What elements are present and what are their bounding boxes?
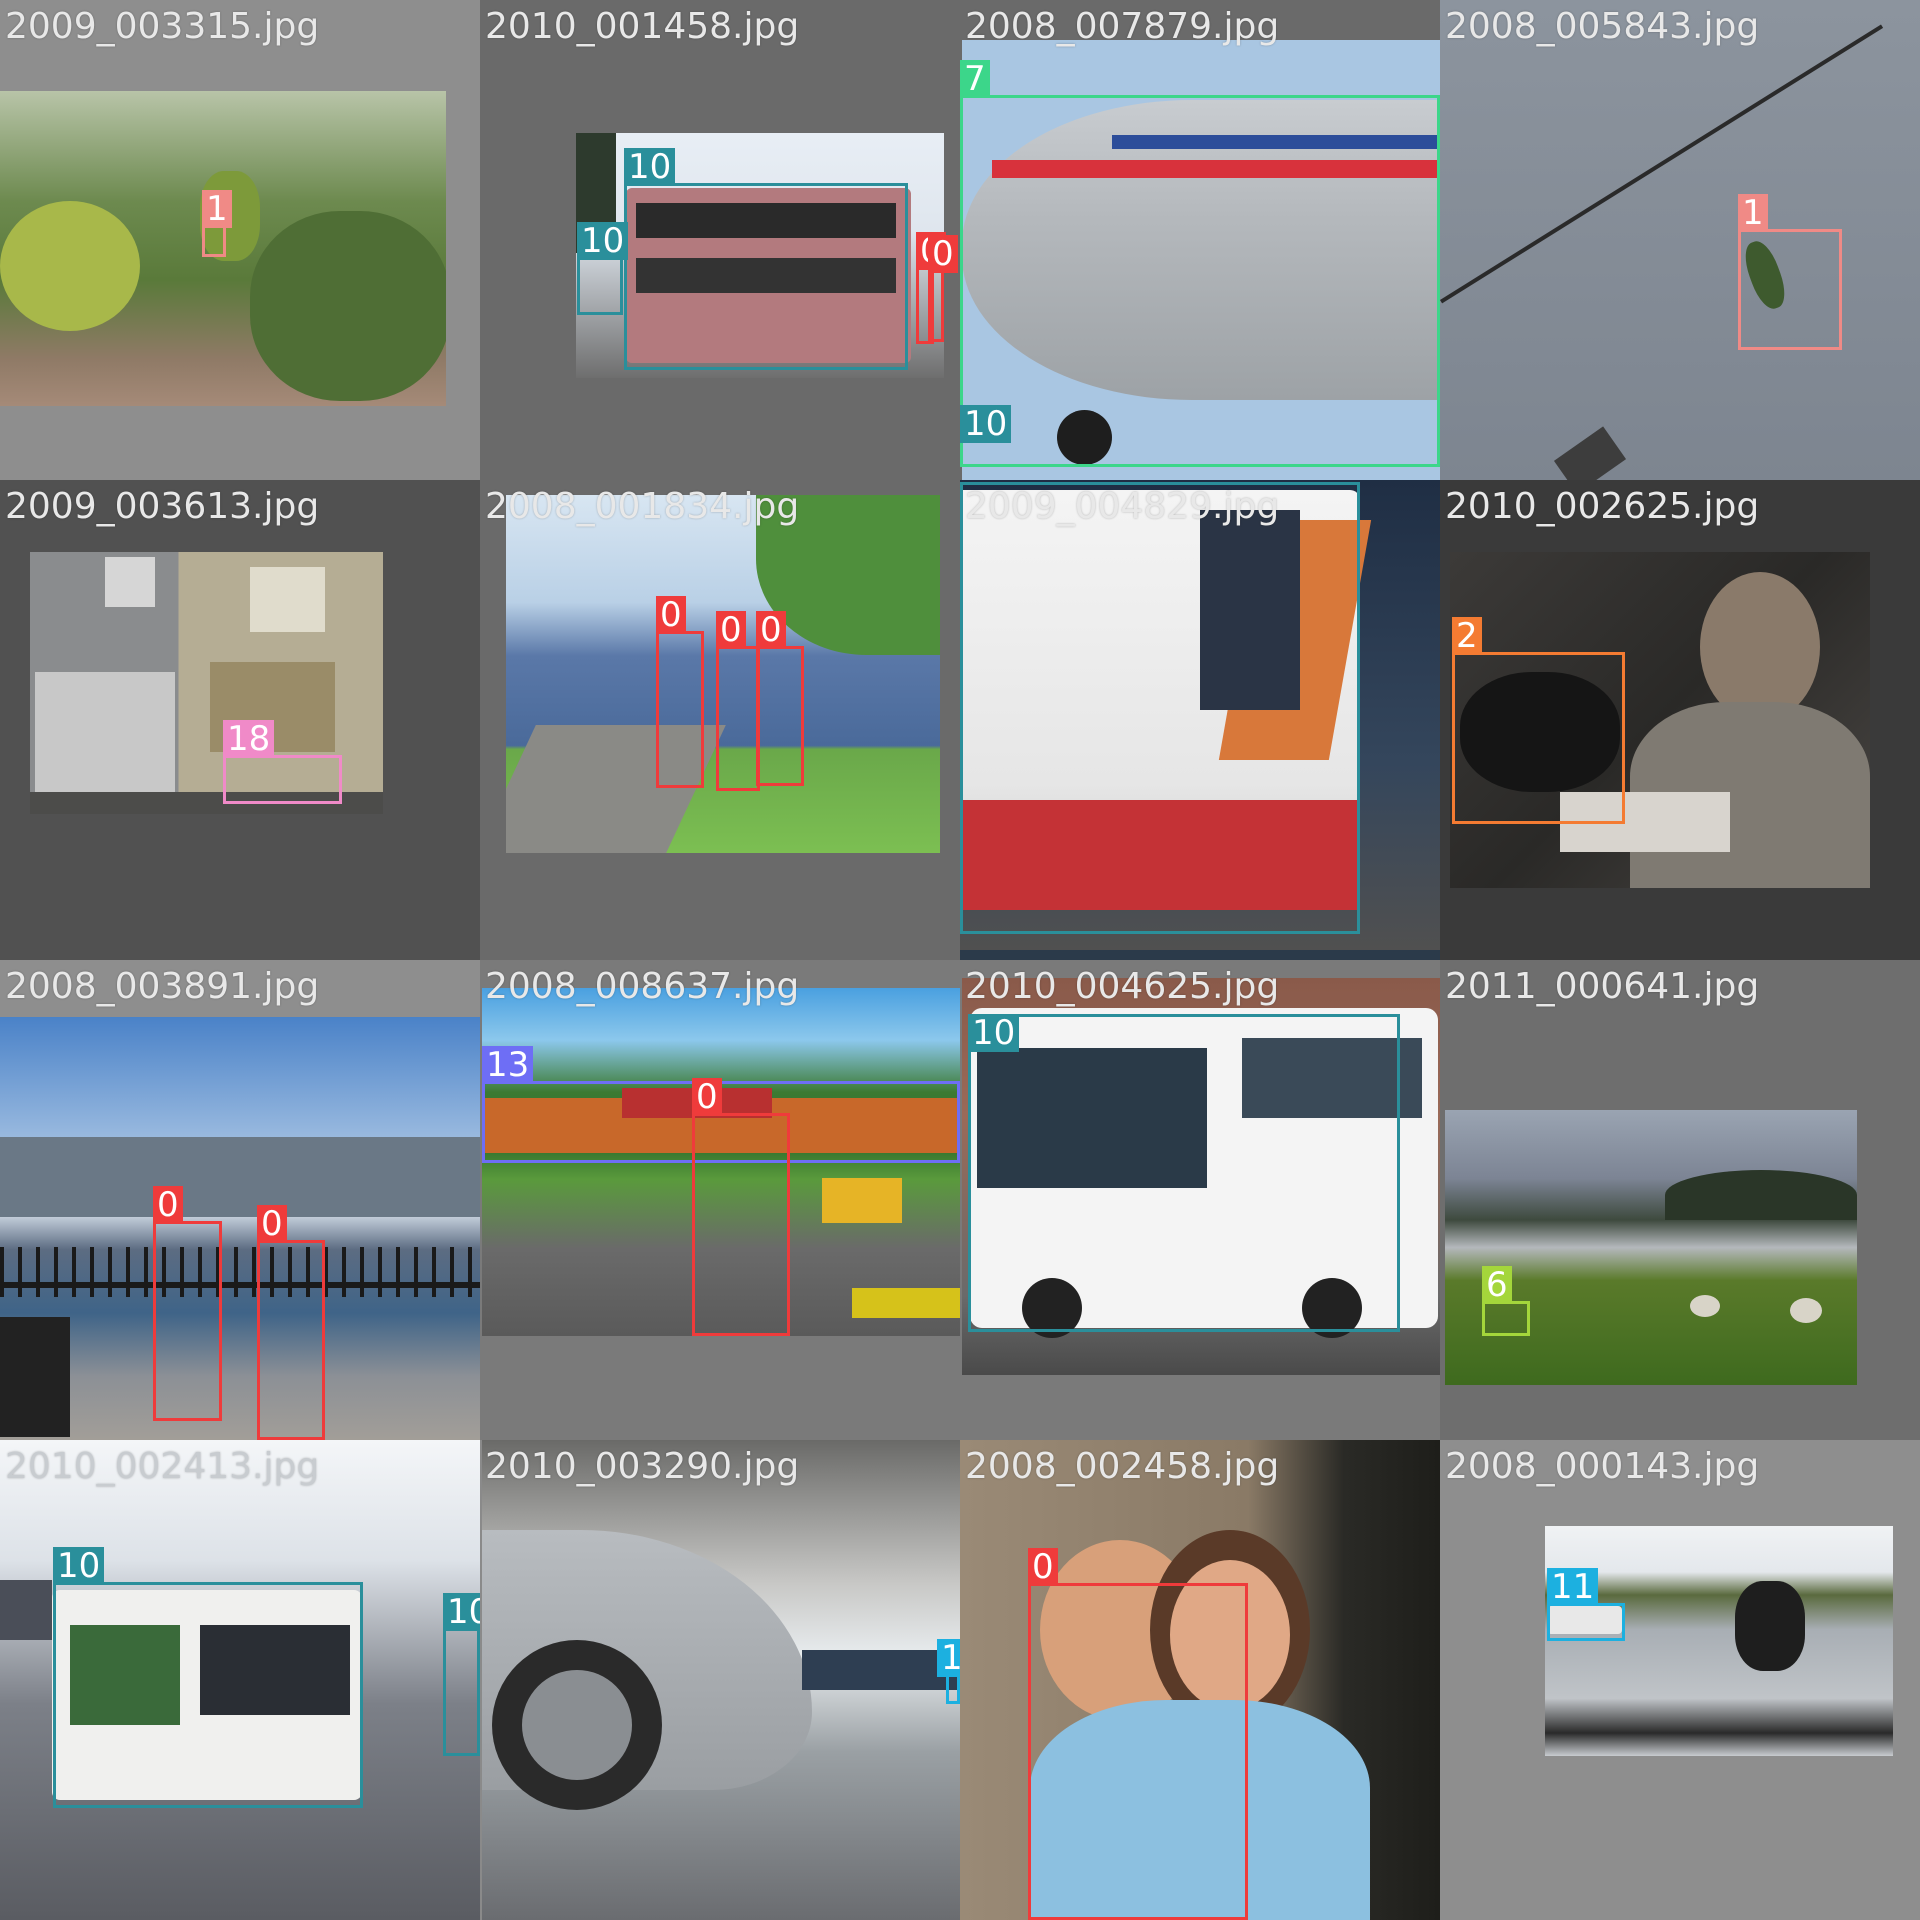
tile-filename: 2010_001458.jpg (485, 6, 800, 47)
class-label: 0 (656, 596, 686, 634)
class-label: 10 (577, 222, 629, 260)
detection-box: 1 (202, 190, 232, 257)
class-label: 10 (443, 1593, 480, 1631)
detection-box: 0 (656, 596, 704, 788)
detection-box (960, 482, 1360, 934)
mosaic-tile: 2009_003613.jpg 18 (0, 480, 480, 960)
mosaic-tile: 2008_003891.jpg 0 0 (0, 960, 480, 1440)
detection-box: 10 (960, 405, 1440, 468)
mosaic-tile: 2008_008637.jpg 13 0 (480, 960, 960, 1440)
detection-box: 10 (624, 148, 908, 370)
detection-box: 2 (1452, 617, 1625, 824)
tile-filename: 2008_005843.jpg (1445, 6, 1760, 47)
class-label: 2 (1452, 617, 1482, 655)
class-label: 0 (756, 611, 786, 649)
detection-box: 0 (692, 1078, 790, 1336)
detection-box-label-anchor: 10 (960, 1410, 1000, 1448)
mosaic-tile: 2010_004625.jpg 10 (960, 960, 1440, 1440)
detection-box: 10 (53, 1547, 363, 1808)
class-label: 1 (1738, 194, 1768, 232)
tile-filename: 2011_000641.jpg (1445, 966, 1760, 1007)
tile-filename: 2008_003891.jpg (5, 966, 320, 1007)
mosaic-tile: 2010_001458.jpg 10 10 0 0 (480, 0, 960, 480)
class-label: 10 (960, 405, 1012, 443)
tile-filename: 2010_003290.jpg (485, 1446, 800, 1487)
class-label: 10 (968, 1014, 1020, 1052)
mosaic-tile: 2008_001834.jpg 0 0 0 (480, 480, 960, 960)
tile-filename: 2008_008637.jpg (485, 966, 800, 1007)
tile-filename: 2009_004829.jpg (965, 486, 1280, 527)
tile-filename: 2009_003613.jpg (5, 486, 320, 527)
detection-box: 11 (937, 1639, 960, 1704)
detection-box: 11 (1547, 1568, 1625, 1641)
tile-photo (1545, 1526, 1893, 1756)
detection-box: 7 (960, 60, 1440, 467)
detection-box: 0 (928, 235, 958, 342)
class-label: 7 (960, 60, 990, 98)
detection-mosaic: 2009_003315.jpg 1 2010_001458.jpg 10 10 … (0, 0, 1920, 1920)
tile-filename: 2010_004625.jpg (965, 966, 1280, 1007)
tile-filename: 2010_002413.jpg (5, 1446, 320, 1487)
detection-box: 10 (968, 1014, 1400, 1332)
detection-box: 10 (577, 222, 629, 315)
tile-photo (482, 1440, 960, 1920)
class-label: 10 (624, 148, 676, 186)
mosaic-tile: 2010_002625.jpg 2 (1440, 480, 1920, 960)
class-label: 1 (202, 190, 232, 228)
mosaic-tile: 2008_007879.jpg 7 10 (960, 0, 1440, 480)
detection-box: 10 (443, 1593, 480, 1756)
mosaic-tile: 2009_004829.jpg (960, 480, 1440, 960)
mosaic-tile: 2010_002413.jpg 10 10 (0, 1440, 480, 1920)
detection-box: 0 (756, 611, 804, 786)
class-label: 11 (1547, 1568, 1599, 1606)
class-label: 0 (692, 1078, 722, 1116)
mosaic-tile: 2008_002458.jpg 0 (960, 1440, 1440, 1920)
mosaic-tile: 2008_005843.jpg 1 (1440, 0, 1920, 480)
class-label: 11 (937, 1639, 960, 1677)
tile-filename: 2008_002458.jpg (965, 1446, 1280, 1487)
tile-filename: 2008_000143.jpg (1445, 1446, 1760, 1487)
tile-photo (0, 1017, 480, 1440)
detection-box: 0 (257, 1205, 325, 1440)
class-label: 0 (716, 611, 746, 649)
tile-photo (1440, 0, 1920, 480)
class-label: 0 (1028, 1548, 1058, 1586)
detection-box: 18 (223, 720, 342, 804)
tile-filename: 2010_002625.jpg (1445, 486, 1760, 527)
detection-box: 0 (153, 1186, 222, 1421)
class-label: 0 (257, 1205, 287, 1243)
tile-filename: 2008_007879.jpg (965, 6, 1280, 47)
tile-photo (1445, 1110, 1857, 1385)
tile-filename: 2008_001834.jpg (485, 486, 800, 527)
class-label: 6 (1482, 1266, 1512, 1304)
class-label: 18 (223, 720, 275, 758)
class-label: 13 (482, 1046, 534, 1084)
class-label: 0 (928, 235, 958, 273)
class-label: 10 (53, 1547, 105, 1585)
detection-box: 6 (1482, 1266, 1530, 1336)
detection-box: 0 (1028, 1548, 1248, 1920)
detection-box: 0 (716, 611, 760, 791)
mosaic-tile: 2010_003290.jpg 11 (480, 1440, 960, 1920)
class-label: 0 (153, 1186, 183, 1224)
mosaic-tile: 2008_000143.jpg 11 (1440, 1440, 1920, 1920)
detection-box: 1 (1738, 194, 1842, 350)
mosaic-tile: 2011_000641.jpg 6 (1440, 960, 1920, 1440)
mosaic-tile: 2009_003315.jpg 1 (0, 0, 480, 480)
tile-filename: 2009_003315.jpg (5, 6, 320, 47)
